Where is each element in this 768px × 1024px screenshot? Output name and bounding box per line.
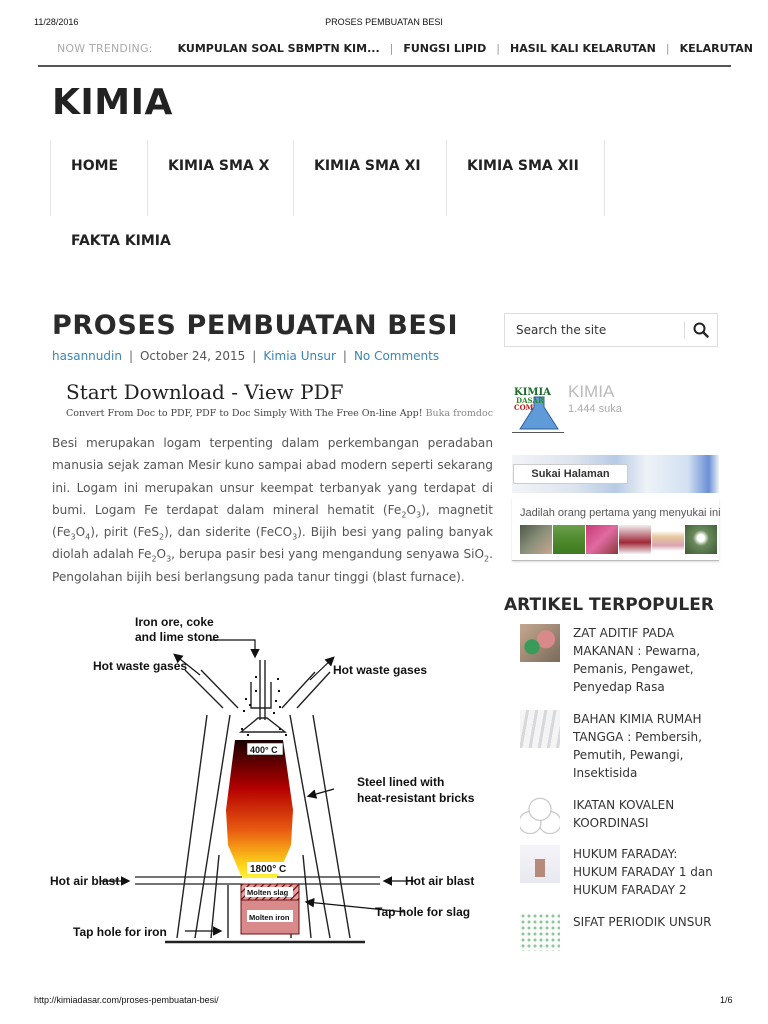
- trending-link[interactable]: KUMPULAN SOAL SBMPTN KIM...: [178, 42, 380, 55]
- article-title[interactable]: ZAT ADITIF PADA MAKANAN : Pewarna, Peman…: [573, 624, 720, 696]
- label-waste-right: Hot waste gases: [333, 663, 427, 677]
- separator: |: [128, 349, 133, 363]
- page-url: http://kimiadasar.com/proses-pembuatan-b…: [34, 995, 219, 1005]
- separator: |: [496, 42, 500, 55]
- avatar[interactable]: [520, 525, 552, 554]
- nav-item-fakta-kimia[interactable]: FAKTA KIMIA: [71, 233, 171, 249]
- search-input[interactable]: Search the site: [505, 323, 684, 337]
- popular-article[interactable]: BAHAN KIMIA RUMAH TANGGA : Pembersih, Pe…: [520, 710, 720, 782]
- divider: [512, 432, 564, 433]
- search-button[interactable]: [685, 322, 717, 338]
- nav-item-kimia-sma-x[interactable]: KIMIA SMA X: [147, 140, 293, 216]
- label-air-right: Hot air blast: [405, 874, 474, 888]
- air-blast-pipes: [135, 876, 380, 885]
- main-nav: HOME KIMIA SMA X KIMIA SMA XI KIMIA SMA …: [50, 140, 605, 216]
- trending-link[interactable]: KELARUTAN: [680, 42, 753, 55]
- facebook-friends: Jadilah orang pertama yang menyukai ini: [512, 498, 721, 561]
- popular-article[interactable]: ZAT ADITIF PADA MAKANAN : Pewarna, Peman…: [520, 624, 720, 696]
- trending-bar: NOW TRENDING: KUMPULAN SOAL SBMPTN KIM..…: [38, 42, 753, 67]
- avatar[interactable]: [652, 525, 684, 554]
- page-logo[interactable]: KIMIA DASAR COM: [512, 383, 564, 433]
- print-title: PROSES PEMBUATAN BESI: [325, 17, 443, 27]
- label-waste-left: Hot waste gases: [93, 659, 187, 673]
- search-box[interactable]: Search the site: [504, 313, 718, 347]
- label-lining-line1: Steel lined with: [357, 775, 444, 789]
- popular-articles-title: ARTIKEL TERPOPULER: [504, 595, 714, 615]
- label-temp-top: 400° C: [250, 745, 278, 755]
- article-thumbnail[interactable]: [520, 624, 560, 662]
- article-paragraph: Besi merupakan logam terpenting dalam pe…: [52, 436, 493, 584]
- search-icon: [693, 322, 709, 338]
- article-thumbnail[interactable]: [520, 710, 560, 748]
- nav-item-home[interactable]: HOME: [50, 140, 147, 216]
- hot-zone: [226, 740, 293, 878]
- comments-link[interactable]: No Comments: [354, 349, 439, 363]
- article-title[interactable]: IKATAN KOVALEN KOORDINASI: [573, 796, 720, 834]
- avatar[interactable]: [685, 525, 717, 554]
- popular-article[interactable]: IKATAN KOVALEN KOORDINASI: [520, 796, 720, 834]
- label-tap-slag: Tap hole for slag: [375, 905, 470, 919]
- friend-avatars: [520, 525, 717, 554]
- ad-title[interactable]: Start Download - View PDF: [66, 380, 494, 404]
- label-tap-iron: Tap hole for iron: [73, 925, 167, 939]
- avatar[interactable]: [619, 525, 651, 554]
- label-lining-line2: heat-resistant bricks: [357, 791, 475, 805]
- separator: |: [665, 42, 670, 55]
- label-air-left: Hot air blast: [50, 874, 119, 888]
- facebook-like-count: 1.444 suka: [568, 403, 622, 415]
- print-header: 11/28/2016 PROSES PEMBUATAN BESI: [0, 17, 768, 29]
- post-date: October 24, 2015: [139, 349, 246, 363]
- popular-article[interactable]: SIFAT PERIODIK UNSUR: [520, 913, 720, 951]
- avatar[interactable]: [586, 525, 618, 554]
- popular-article[interactable]: HUKUM FARADAY: HUKUM FARADAY 1 dan HUKUM…: [520, 845, 720, 899]
- separator: |: [252, 349, 257, 363]
- label-temp-bottom: 1800° C: [250, 864, 286, 875]
- separator: |: [342, 349, 347, 363]
- article-title[interactable]: SIFAT PERIODIK UNSUR: [573, 913, 711, 951]
- author-link[interactable]: hasannudin: [52, 349, 122, 363]
- facebook-page-name[interactable]: KIMIA: [568, 382, 614, 402]
- post-title: PROSES PEMBUATAN BESI: [52, 310, 459, 341]
- article-thumbnail[interactable]: [520, 913, 560, 951]
- article-thumbnail[interactable]: [520, 796, 560, 834]
- label-input-line1: Iron ore, coke: [135, 615, 214, 629]
- article-thumbnail[interactable]: [520, 845, 560, 883]
- nav-item-kimia-sma-xi[interactable]: KIMIA SMA XI: [293, 140, 446, 216]
- ad-description: Convert From Doc to PDF, PDF to Doc Simp…: [66, 408, 423, 419]
- label-input-line2: and lime stone: [135, 630, 219, 644]
- ad-block: Start Download - View PDF Convert From D…: [66, 380, 494, 419]
- ad-text: Convert From Doc to PDF, PDF to Doc Simp…: [66, 408, 494, 419]
- svg-text:COM: COM: [514, 403, 534, 412]
- article-title[interactable]: BAHAN KIMIA RUMAH TANGGA : Pembersih, Pe…: [573, 710, 720, 782]
- friends-text: Jadilah orang pertama yang menyukai ini: [520, 507, 721, 519]
- category-link[interactable]: Kimia Unsur: [263, 349, 336, 363]
- trending-link[interactable]: HASIL KALI KELARUTAN: [510, 42, 656, 55]
- page-number: 1/6: [720, 995, 733, 1005]
- blast-furnace-diagram: Iron ore, coke and lime stone Hot waste …: [50, 615, 475, 944]
- site-title[interactable]: KIMIA: [52, 82, 173, 123]
- label-iron: Molten iron: [249, 913, 290, 922]
- article-title[interactable]: HUKUM FARADAY: HUKUM FARADAY 1 dan HUKUM…: [573, 845, 720, 899]
- facebook-page-widget: KIMIA DASAR COM KIMIA 1.444 suka Sukai H…: [507, 375, 721, 570]
- ad-link[interactable]: Buka fromdoc: [426, 408, 493, 419]
- trending-label: NOW TRENDING:: [57, 42, 153, 55]
- label-slag: Molten slag: [247, 888, 289, 897]
- trending-link[interactable]: FUNGSI LIPID: [403, 42, 486, 55]
- avatar[interactable]: [553, 525, 585, 554]
- post-meta: hasannudin | October 24, 2015 | Kimia Unsur |…: [52, 349, 439, 363]
- nav-item-kimia-sma-xii[interactable]: KIMIA SMA XII: [446, 140, 605, 216]
- separator: |: [389, 42, 394, 55]
- like-page-button[interactable]: Sukai Halaman: [513, 464, 628, 484]
